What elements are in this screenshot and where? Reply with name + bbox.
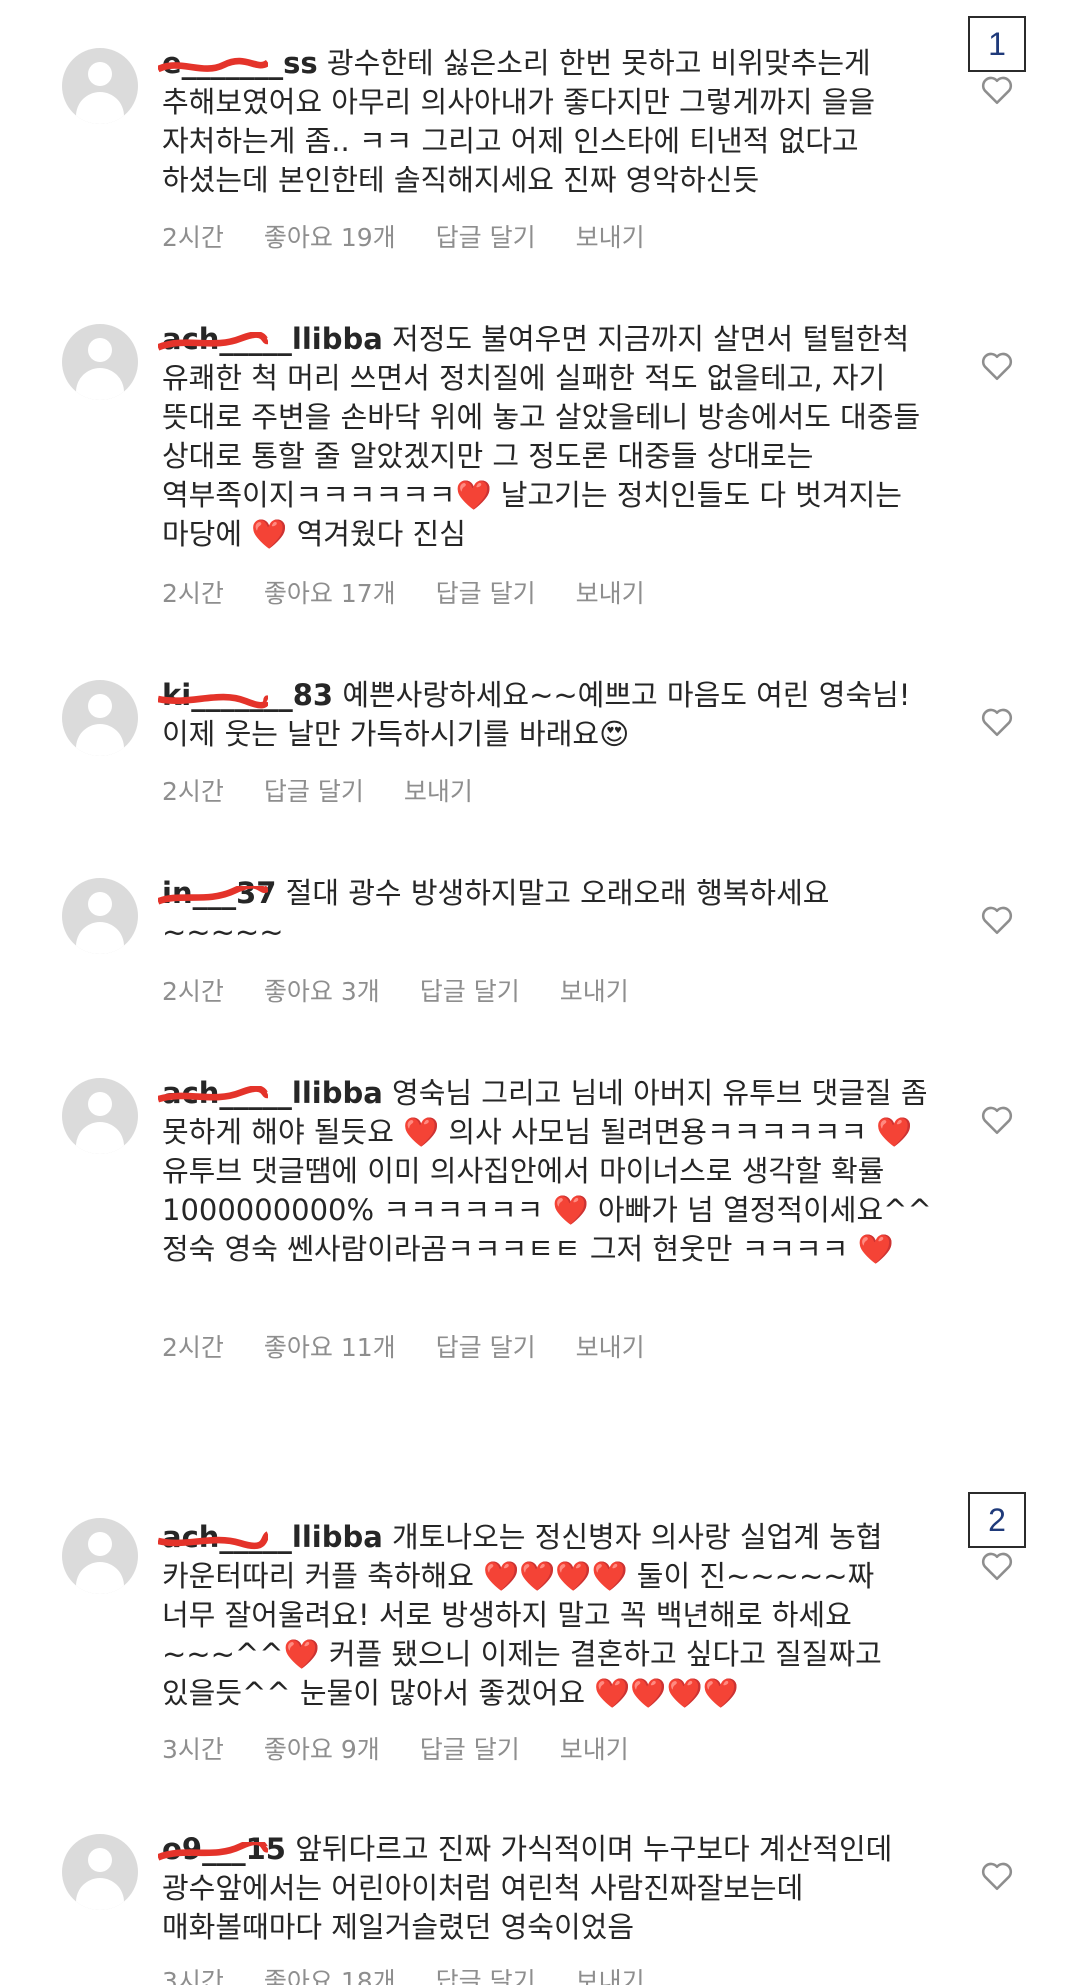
like-heart-icon[interactable] (980, 1104, 1014, 1136)
comment-username[interactable]: ach_____llibba (158, 1076, 383, 1110)
reply-button[interactable]: 답글 달기 (436, 579, 536, 608)
send-button[interactable]: 보내기 (404, 777, 473, 806)
avatar[interactable] (62, 1078, 138, 1154)
like-heart-icon[interactable] (980, 706, 1014, 738)
comment-time: 2시간 (162, 223, 224, 252)
comment-username[interactable]: ach_____llibba (158, 1520, 383, 1554)
comment-time: 3시간 (162, 1967, 224, 1985)
send-button[interactable]: 보내기 (576, 579, 645, 608)
comment-text: ach_____llibba 저정도 불여우면 지금까지 살면서 털털한척 유쾌… (158, 320, 934, 554)
likes-count[interactable]: 좋아요 19개 (264, 223, 396, 252)
like-heart-icon[interactable] (980, 74, 1014, 106)
likes-count[interactable]: 좋아요 17개 (264, 579, 396, 608)
like-heart-icon[interactable] (980, 1550, 1014, 1582)
avatar[interactable] (62, 1518, 138, 1594)
avatar[interactable] (62, 680, 138, 756)
comment-text: ach_____llibba 개토나오는 정신병자 의사랑 실업계 농협 카운터… (158, 1518, 934, 1713)
avatar[interactable] (62, 324, 138, 400)
send-button[interactable]: 보내기 (560, 977, 629, 1006)
comment-text: e_______ss 광수한테 싫은소리 한번 못하고 비위맞추는게 추해보였어… (158, 44, 934, 200)
comment-meta: 3시간 좋아요 9개 답글 달기 보내기 (162, 1730, 669, 1766)
comment-meta: 2시간 좋아요 3개 답글 달기 보내기 (162, 972, 669, 1008)
comment-username[interactable]: ach_____llibba (158, 322, 383, 356)
comment-meta: 3시간 좋아요 18개 답글 달기 보내기 (162, 1962, 685, 1985)
comment-time: 3시간 (162, 1735, 224, 1764)
comment-username[interactable]: o9___15 (158, 1832, 286, 1866)
comment-text: in___37 절대 광수 방생하지말고 오래오래 행복하세요~~~~~ (158, 874, 934, 952)
comment-time: 2시간 (162, 1333, 224, 1362)
comment-text: ach_____llibba 영숙님 그리고 님네 아버지 유투브 댓글질 좀 … (158, 1074, 934, 1269)
comment-text: o9___15 앞뒤다르고 진짜 가식적이며 누구보다 계산적인데 광수앞에서는… (158, 1830, 934, 1947)
like-heart-icon[interactable] (980, 904, 1014, 936)
reply-button[interactable]: 답글 달기 (420, 977, 520, 1006)
reply-button[interactable]: 답글 달기 (436, 223, 536, 252)
comment-meta: 2시간 좋아요 19개 답글 달기 보내기 (162, 218, 685, 254)
reply-button[interactable]: 답글 달기 (420, 1735, 520, 1764)
avatar[interactable] (62, 1834, 138, 1910)
send-button[interactable]: 보내기 (576, 223, 645, 252)
comment-meta: 2시간 좋아요 11개 답글 달기 보내기 (162, 1328, 685, 1364)
reply-button[interactable]: 답글 달기 (436, 1333, 536, 1362)
avatar[interactable] (62, 878, 138, 954)
comment-username[interactable]: ki_______83 (158, 678, 333, 712)
likes-count[interactable]: 좋아요 18개 (264, 1967, 396, 1985)
like-heart-icon[interactable] (980, 350, 1014, 382)
reply-button[interactable]: 답글 달기 (264, 777, 364, 806)
send-button[interactable]: 보내기 (576, 1333, 645, 1362)
comment-username[interactable]: e_______ss (158, 46, 318, 80)
comment-text: ki_______83 예쁜사랑하세요~~예쁘고 마음도 여린 영숙님! 이제 … (158, 676, 934, 754)
comment-meta: 2시간 좋아요 17개 답글 달기 보내기 (162, 574, 685, 610)
annotation-badge-2: 2 (968, 1492, 1026, 1548)
reply-button[interactable]: 답글 달기 (436, 1967, 536, 1985)
likes-count[interactable]: 좋아요 9개 (264, 1735, 380, 1764)
comment-time: 2시간 (162, 579, 224, 608)
send-button[interactable]: 보내기 (560, 1735, 629, 1764)
comment-meta: 2시간 답글 달기 보내기 (162, 772, 513, 808)
likes-count[interactable]: 좋아요 11개 (264, 1333, 396, 1362)
likes-count[interactable]: 좋아요 3개 (264, 977, 380, 1006)
send-button[interactable]: 보내기 (576, 1967, 645, 1985)
avatar[interactable] (62, 48, 138, 124)
like-heart-icon[interactable] (980, 1860, 1014, 1892)
comment-username[interactable]: in___37 (158, 876, 276, 910)
comment-time: 2시간 (162, 977, 224, 1006)
comment-time: 2시간 (162, 777, 224, 806)
annotation-badge-1: 1 (968, 16, 1026, 72)
